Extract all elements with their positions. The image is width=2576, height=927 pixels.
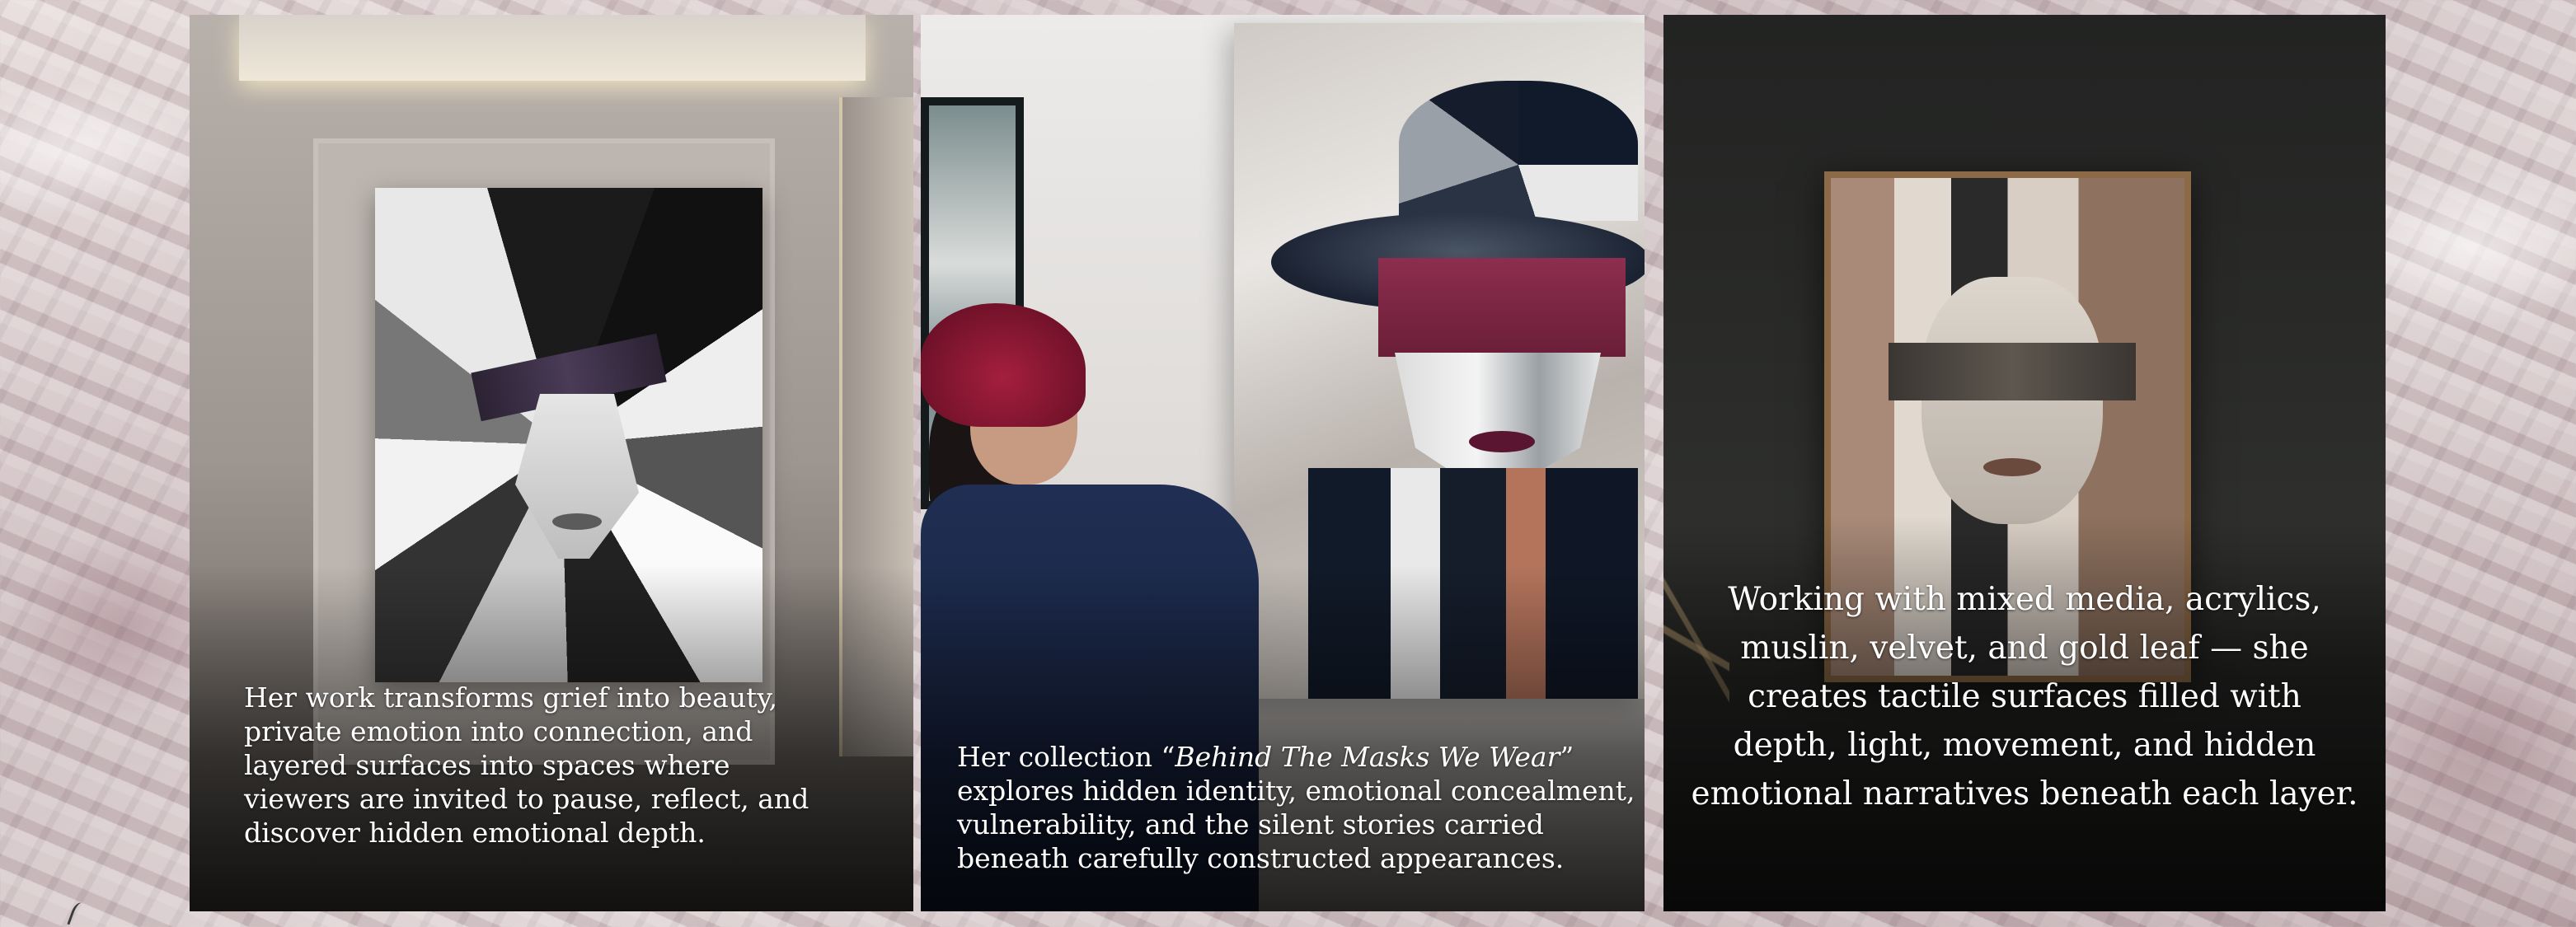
caption-prefix: Her collection “ xyxy=(957,741,1175,773)
gallery-panel-dark: Working with mixed media, acrylics, musl… xyxy=(1663,15,2386,911)
artwork-lips xyxy=(1983,458,2041,476)
caption-line: viewers are invited to pause, reflect, a… xyxy=(244,783,809,815)
ceiling-light xyxy=(239,15,866,81)
caption-suffix: ” xyxy=(1560,741,1574,773)
caption-line: beneath carefully constructed appearance… xyxy=(957,842,1565,874)
artwork-lips xyxy=(552,513,602,530)
artwork-hat-crown xyxy=(1399,81,1638,221)
panel-caption: Her collection “Behind The Masks We Wear… xyxy=(957,740,1635,875)
caption-line: creates tactile surfaces filled with xyxy=(1748,678,2302,715)
caption-line: emotional narratives beneath each layer. xyxy=(1691,775,2358,812)
collection-title: Behind The Masks We Wear xyxy=(1175,741,1560,773)
caption-line: Her collection “Behind The Masks We Wear… xyxy=(957,740,1635,774)
caption-line: depth, light, movement, and hidden xyxy=(1733,727,2316,764)
panel-caption: Her work transforms grief into beauty, p… xyxy=(244,681,809,850)
caption-line: layered surfaces into spaces where xyxy=(244,749,730,781)
caption-line: Working with mixed media, acrylics, xyxy=(1728,581,2321,618)
artwork-lips xyxy=(1469,431,1535,452)
artwork-mask-band xyxy=(1889,343,2136,400)
artwork-burgundy-mask xyxy=(1378,258,1626,357)
gallery-panel-room: Her work transforms grief into beauty, p… xyxy=(190,15,913,911)
caption-line: Her work transforms grief into beauty, xyxy=(244,681,778,714)
caption-line: private emotion into connection, and xyxy=(244,715,753,747)
artwork-face xyxy=(515,394,639,559)
panel-caption: Working with mixed media, acrylics, musl… xyxy=(1672,575,2377,818)
caption-line: discover hidden emotional depth. xyxy=(244,817,706,849)
gallery-panel-artist: Her collection “Behind The Masks We Wear… xyxy=(921,15,1645,911)
brush-stroke-mark xyxy=(67,901,88,927)
caption-line: explores hidden identity, emotional conc… xyxy=(957,775,1635,807)
artwork-face xyxy=(1921,277,2103,524)
artist-red-hat xyxy=(921,303,1086,427)
caption-line: vulnerability, and the silent stories ca… xyxy=(957,808,1544,840)
caption-line: muslin, velvet, and gold leaf — she xyxy=(1740,630,2309,667)
